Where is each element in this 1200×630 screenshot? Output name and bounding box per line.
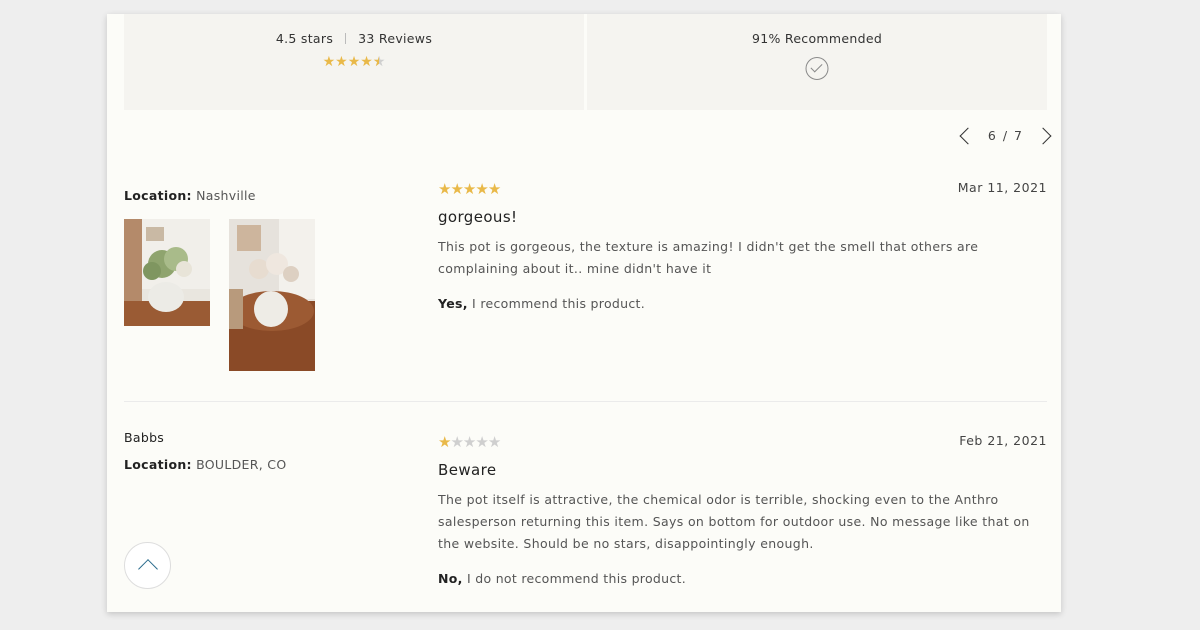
review-text: This pot is gorgeous, the texture is ama… [438,239,979,276]
star-icon: ★ [475,180,488,198]
rating-summary: 4.5 stars 33 Reviews ★★★★★ [124,14,584,110]
star-empty-icon: ★ [475,433,488,451]
review-count: 33 Reviews [358,31,433,46]
location-value: BOULDER, CO [196,457,287,472]
review-text: The pot itself is attractive, the chemic… [438,492,1030,551]
review-item: Babbs Location: BOULDER, CO ★★★★★ Feb 21… [124,430,1047,613]
review-divider [124,401,1047,402]
page-total: 7 [1014,128,1023,143]
star-icon: ★ [360,54,373,70]
recommended-percent: 91% Recommended [751,31,883,46]
location-label: Location: [124,188,192,203]
star-icon: ★ [438,433,451,451]
chevron-right-icon[interactable] [1034,127,1052,144]
review-stars: ★★★★★ [438,180,1047,198]
recommendation-text: I do not recommend this product. [462,571,687,586]
star-icon: ★ [347,54,361,70]
star-icon: ★ [322,54,336,70]
star-empty-icon: ★ [487,433,501,451]
average-rating: 4.5 stars [275,31,334,46]
review-date: Feb 21, 2021 [959,433,1047,448]
review-item: Location: Nashville ★★★★★ Mar 11, 2021 g… [124,180,1047,390]
half-star-icon: ★ [373,54,386,70]
star-icon: ★ [335,54,348,70]
review-stars: ★★★★★ [438,433,1047,451]
reviews-card: 4.5 stars33 Reviews ★★★★★ 91% Recommende… [107,14,1061,612]
page-separator: / [1002,128,1009,143]
review-body: ★★★★★ Feb 21, 2021 Beware The pot itself… [438,433,1047,586]
star-icon: ★ [462,180,476,198]
star-empty-icon: ★ [450,433,463,451]
review-date: Mar 11, 2021 [957,180,1047,195]
review-title: gorgeous! [438,208,518,226]
recommendation-text: I recommend this product. [467,296,645,311]
location-label: Location: [124,457,192,472]
review-photo[interactable] [124,219,210,326]
star-icon: ★ [487,180,501,198]
rating-summary-line: 4.5 stars 33 Reviews [124,31,584,46]
vase-photo-thumbnail [124,219,210,326]
review-location: Location: Nashville [124,188,414,203]
review-author: Babbs [124,430,165,445]
recommend-summary: 91% Recommended [587,14,1047,110]
star-icon: ★ [438,180,451,198]
review-location: Location: BOULDER, CO [124,457,414,472]
location-value: Nashville [196,188,256,203]
review-title: Beware [438,461,497,479]
page-current: 6 [987,128,997,143]
review-photo[interactable] [229,219,315,371]
recommendation: No, I do not recommend this product. [438,571,1047,586]
recommendation-answer: Yes, [438,296,468,311]
star-icon: ★ [450,180,463,198]
vase-photo-thumbnail [229,219,315,371]
review-body: ★★★★★ Mar 11, 2021 gorgeous! This pot is… [438,180,1047,311]
back-to-top-button[interactable] [124,542,171,589]
divider [345,33,347,44]
chevron-left-icon[interactable] [959,127,977,144]
recommendation-answer: No, [438,571,463,586]
recommendation: Yes, I recommend this product. [438,296,1047,311]
average-stars: ★★★★★ [124,54,584,70]
star-empty-icon: ★ [462,433,476,451]
pagination: 6 / 7 [958,127,1052,144]
check-circle-icon [805,57,829,80]
